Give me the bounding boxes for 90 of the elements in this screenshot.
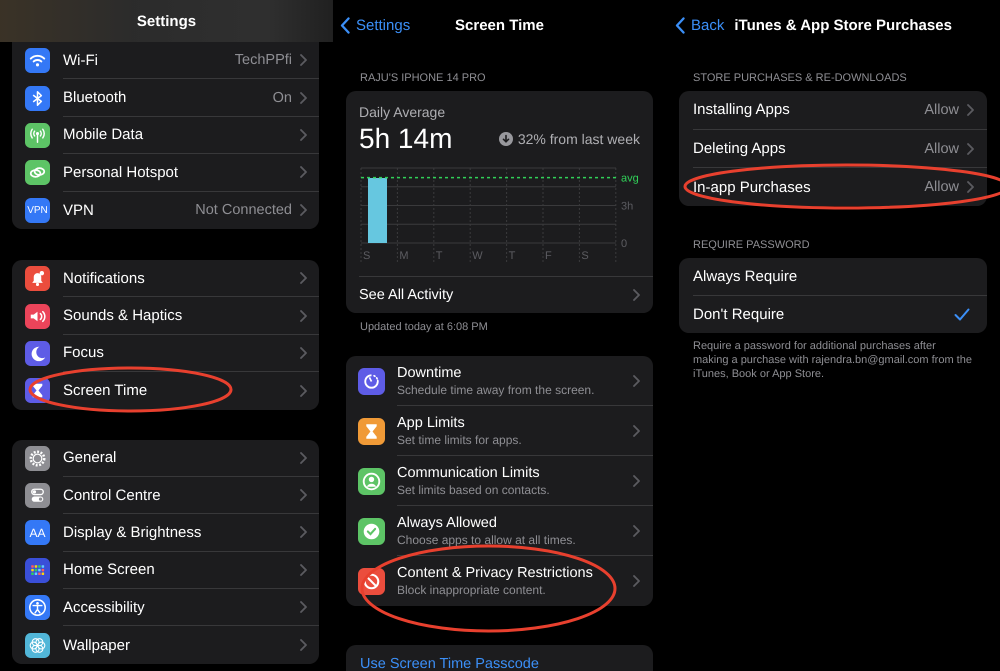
chevron-icon (633, 424, 640, 436)
menu-item-label[interactable]: Content & Privacy Restrictions (397, 565, 633, 581)
menu-item-description: Schedule time away from the screen. (397, 382, 596, 396)
chevron-icon (300, 346, 307, 359)
menu-item-description: Set limits based on contacts. (397, 482, 551, 496)
section-header: STORE PURCHASES & RE-DOWNLOADS (693, 72, 908, 85)
setting-value: Allow (924, 140, 959, 157)
page-title: iTunes & App Store Purchases (734, 16, 952, 34)
menu-item-label[interactable]: General (63, 449, 292, 466)
menu-item-label[interactable]: VPN (63, 202, 188, 219)
menu-item-label[interactable]: Deleting Apps (693, 140, 916, 158)
axis-label: 0 (621, 238, 628, 250)
chevron-icon (967, 104, 974, 116)
menu-item-description: Choose apps to allow at all times. (397, 532, 577, 546)
chevron-icon (967, 142, 974, 155)
axis-label: S (581, 250, 589, 262)
menu-item-label[interactable]: Mobile Data (63, 126, 292, 144)
change-text: 32% from last week (518, 131, 640, 147)
menu-item-label[interactable]: Sounds & Haptics (63, 307, 292, 324)
daily-average-value: 5h 14m (359, 123, 452, 155)
chevron-icon (300, 452, 307, 464)
axis-label: 3h (621, 200, 634, 212)
menu-item-label[interactable]: App Limits (397, 414, 633, 430)
chevron-icon (633, 524, 640, 536)
chevron-icon (300, 639, 307, 652)
passcode-link[interactable]: Use Screen Time Passcode (360, 656, 539, 671)
menu-item-label[interactable]: Installing Apps (693, 101, 916, 118)
chevron-icon (633, 289, 640, 301)
back-chevron-icon (675, 16, 685, 34)
chevron-icon (633, 474, 640, 486)
section-header: RAJU'S IPHONE 14 PRO (360, 72, 487, 85)
footer-note: Require a password for additional purchases after making a purchase with rajendra.bn@gmail.com from the iTunes, Book or App Store. (693, 339, 973, 382)
vpn-icon: VPN (25, 198, 50, 223)
menu-item-label[interactable]: Home Screen (63, 561, 292, 578)
menu-item-label[interactable]: Wi-Fi (63, 52, 227, 69)
axis-label: S (363, 250, 370, 262)
updated-note: Updated today at 6:08 PM (360, 321, 489, 334)
back-chevron-icon (340, 16, 350, 34)
menu-item-label[interactable]: Screen Time (63, 382, 292, 400)
menu-item-label[interactable]: Bluetooth (63, 89, 265, 106)
menu-item-label[interactable]: Always Allowed (397, 514, 633, 530)
average-label: avg (621, 172, 639, 185)
chevron-icon (300, 166, 307, 178)
chevron-icon (633, 575, 640, 587)
menu-item-label[interactable]: Focus (63, 344, 292, 362)
page-title: Settings (136, 12, 196, 30)
axis-label: M (399, 250, 409, 262)
chevron-icon (300, 601, 307, 614)
axis-label: W (472, 250, 483, 262)
section-header: REQUIRE PASSWORD (693, 239, 811, 252)
menu-item-description: Block inappropriate content. (397, 583, 547, 597)
menu-item-label[interactable]: Notifications (63, 270, 292, 287)
back-button[interactable]: Settings (340, 16, 410, 34)
page-title: Screen Time (455, 17, 544, 34)
back-button[interactable]: Back (675, 16, 724, 34)
chevron-icon (300, 526, 307, 538)
chevron-icon (300, 384, 307, 397)
text-size-icon: AA (25, 520, 50, 546)
option-label[interactable]: Always Require (693, 268, 970, 286)
chevron-icon (300, 489, 307, 502)
chevron-icon (300, 310, 307, 322)
menu-item-label[interactable]: Accessibility (63, 598, 292, 616)
chevron-icon (300, 564, 307, 576)
setting-value: Not Connected (195, 202, 292, 218)
option-label[interactable]: Don't Require (693, 306, 946, 324)
chevron-icon (300, 128, 307, 141)
setting-value: Allow (924, 102, 959, 118)
axis-label: F (545, 250, 552, 262)
menu-item-label[interactable]: Communication Limits (397, 464, 633, 480)
axis-label: T (436, 250, 443, 262)
chevron-icon (300, 204, 307, 216)
menu-item-label[interactable]: Control Centre (63, 486, 292, 504)
setting-value: On (272, 90, 292, 106)
see-all-activity-link[interactable]: See All Activity (359, 287, 633, 303)
chevron-icon (967, 181, 974, 194)
chevron-icon (633, 374, 640, 386)
setting-value: TechPPfi (234, 52, 292, 68)
chevron-icon (300, 272, 307, 284)
chevron-icon (300, 54, 307, 66)
chevron-icon (300, 92, 307, 104)
menu-item-label[interactable]: Personal Hotspot (63, 164, 292, 181)
menu-item-label[interactable]: Wallpaper (63, 636, 292, 654)
summary-label: Daily Average (359, 105, 446, 119)
menu-item-label[interactable]: Display & Brightness (63, 524, 292, 541)
menu-item-label[interactable]: In-app Purchases (693, 178, 916, 196)
menu-item-label[interactable]: Downtime (397, 364, 633, 380)
setting-value: Allow (924, 179, 959, 196)
bar (368, 178, 387, 243)
menu-item-description: Set time limits for apps. (397, 432, 523, 446)
axis-label: T (508, 250, 516, 262)
